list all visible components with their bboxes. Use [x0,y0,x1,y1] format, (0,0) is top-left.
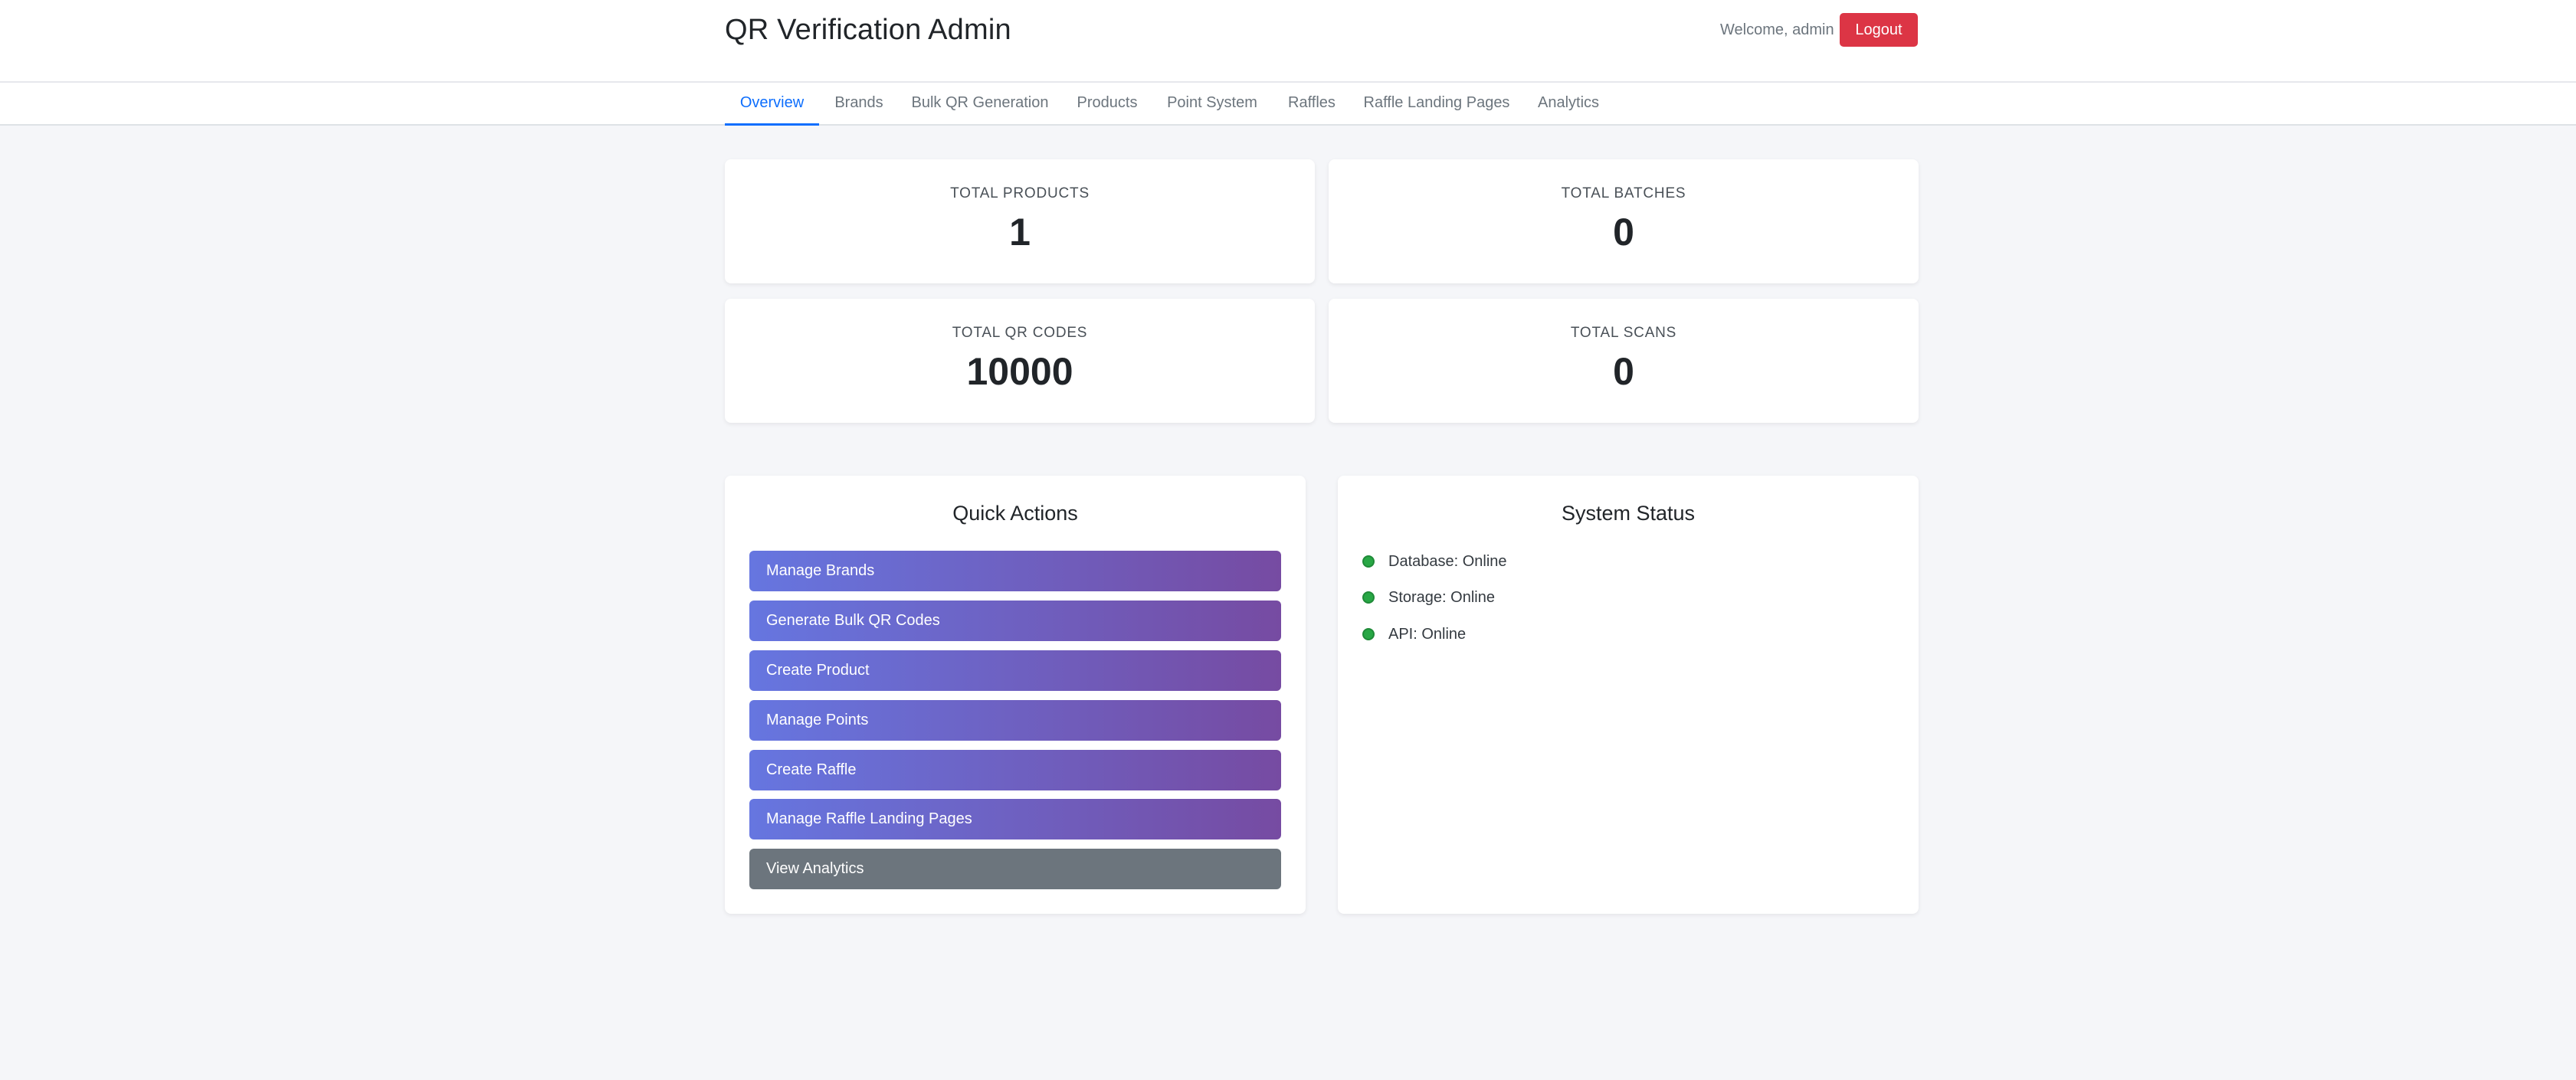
logout-button[interactable]: Logout [1840,13,1918,47]
stat-value: 1 [1009,211,1031,254]
status-text: API: Online [1388,626,1467,643]
view-analytics-button[interactable]: View Analytics [749,849,1281,889]
online-status-dot-icon [1362,555,1375,568]
stat-value: 10000 [966,350,1073,393]
stat-label: TOTAL PRODUCTS [950,185,1090,201]
app-header: QR Verification Admin Welcome, admin Log… [0,0,2576,83]
status-text: Storage: Online [1388,589,1495,606]
stat-label: TOTAL QR CODES [952,325,1088,341]
manage-raffle-landing-pages-button[interactable]: Manage Raffle Landing Pages [749,799,1281,839]
tab-brands[interactable]: Brands [827,83,891,126]
tab-overview[interactable]: Overview [725,83,819,126]
manage-brands-button[interactable]: Manage Brands [749,551,1281,591]
stat-label: TOTAL SCANS [1570,325,1677,341]
status-text: Database: Online [1388,553,1507,570]
app-title: QR Verification Admin [725,14,1011,46]
online-status-dot-icon [1362,591,1375,604]
create-raffle-button[interactable]: Create Raffle [749,750,1281,790]
tab-raffles[interactable]: Raffles [1279,83,1345,126]
welcome-text: Welcome, admin [1720,21,1834,38]
manage-points-button[interactable]: Manage Points [749,700,1281,741]
stat-label: TOTAL BATCHES [1561,185,1686,201]
tab-analytics[interactable]: Analytics [1529,83,1608,126]
stat-card-total-products: TOTAL PRODUCTS 1 [725,159,1315,283]
stat-card-total-scans: TOTAL SCANS 0 [1329,299,1919,423]
system-status-title: System Status [1561,502,1696,525]
tab-bulk-qr-generation[interactable]: Bulk QR Generation [906,83,1054,126]
online-status-dot-icon [1362,628,1375,640]
stat-value: 0 [1613,350,1634,393]
stat-value: 0 [1613,211,1634,254]
generate-bulk-qr-codes-button[interactable]: Generate Bulk QR Codes [749,601,1281,641]
quick-actions-panel: Quick Actions Manage Brands Generate Bul… [725,476,1306,914]
tab-products[interactable]: Products [1069,83,1145,126]
stat-card-total-batches: TOTAL BATCHES 0 [1329,159,1919,283]
main-nav-tabs: Overview Brands Bulk QR Generation Produ… [0,83,2576,126]
system-status-panel: System Status Database: Online Storage: … [1338,476,1919,914]
tab-raffle-landing-pages[interactable]: Raffle Landing Pages [1360,83,1513,126]
tab-point-system[interactable]: Point System [1161,83,1263,126]
quick-actions-title: Quick Actions [952,502,1078,525]
create-product-button[interactable]: Create Product [749,650,1281,691]
stat-card-total-qr-codes: TOTAL QR CODES 10000 [725,299,1315,423]
